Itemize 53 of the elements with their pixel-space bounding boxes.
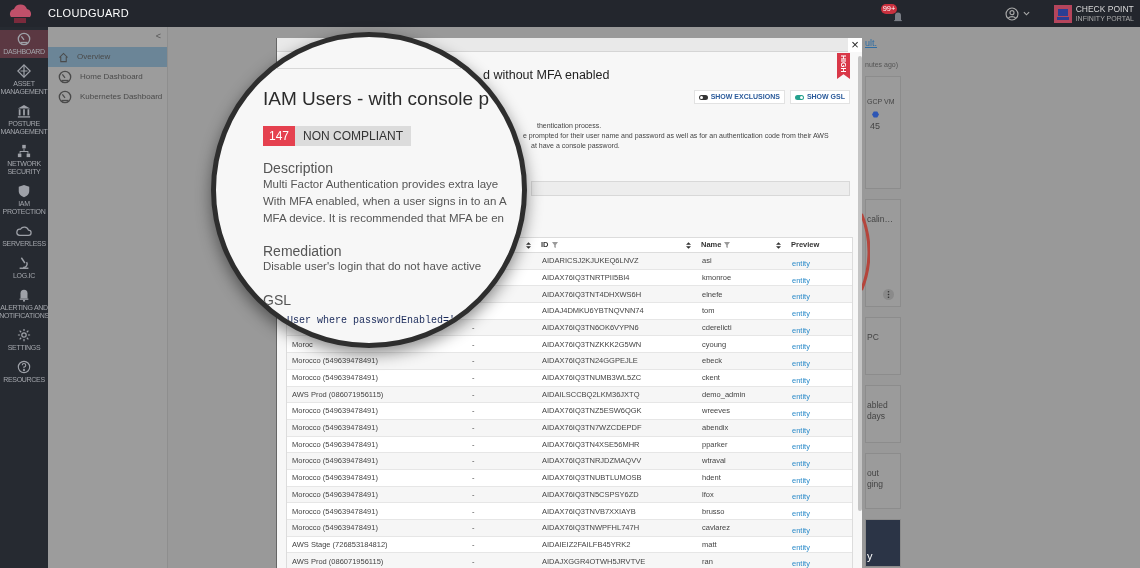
filter-icon[interactable]	[551, 242, 558, 248]
card-text: y	[867, 551, 874, 562]
bell-icon[interactable]	[891, 10, 904, 23]
portal-title: CHECK POINT	[1075, 5, 1134, 14]
collapse-button[interactable]: <	[155, 30, 161, 44]
card-text: out	[867, 468, 880, 479]
detail-title: IAM Users - with console p	[263, 87, 490, 111]
gcp-count: 45	[870, 119, 880, 133]
filter-icon[interactable]	[724, 242, 731, 248]
more-options-icon[interactable]	[883, 289, 894, 300]
user-avatar-icon[interactable]	[1004, 6, 1019, 21]
count-badge: 147	[263, 126, 296, 146]
close-button[interactable]: ×	[848, 38, 862, 52]
home-icon	[58, 51, 69, 63]
caret-icon[interactable]	[1022, 11, 1030, 16]
cloud-icon	[16, 224, 32, 238]
section-heading: GSL	[263, 292, 292, 308]
nav-item[interactable]: Home Dashboard	[48, 67, 167, 87]
bell-icon	[17, 288, 31, 302]
description-text: MFA device. It is recommended that MFA be en	[263, 211, 505, 226]
gauge-icon	[58, 70, 72, 84]
settings-icon	[17, 328, 31, 342]
diamond-icon	[17, 64, 31, 78]
gauge-icon	[58, 90, 72, 104]
description-text: With MFA enabled, when a user signs in to an A	[263, 194, 508, 209]
description-text: Multi Factor Authentication provides extra laye	[263, 177, 500, 192]
microscope-icon	[17, 256, 31, 270]
gauge-icon	[17, 32, 31, 46]
section-heading: Description	[263, 160, 335, 176]
toggle-switch[interactable]	[794, 94, 804, 100]
toggle-switch[interactable]	[698, 94, 708, 100]
help-icon	[17, 360, 31, 374]
shield-icon	[17, 184, 31, 198]
card-text: calin…	[867, 214, 894, 225]
card-text: abled	[867, 400, 889, 411]
bank-icon	[17, 104, 31, 118]
modal-title: d without MFA enabled	[483, 68, 610, 82]
card-text: PC	[867, 332, 880, 343]
gsl-field[interactable]	[531, 181, 850, 196]
card-text: ging	[867, 479, 885, 490]
sort-icon[interactable]	[686, 241, 691, 249]
sort-icon[interactable]	[776, 241, 781, 249]
nav-item[interactable]: Overview	[48, 47, 167, 67]
card-text: days	[867, 411, 886, 422]
nav-item[interactable]: Kubernetes Dashboard	[48, 87, 167, 107]
scrollbar-thumb[interactable]	[858, 56, 862, 511]
section-heading: Remediation	[263, 243, 343, 259]
brand-title: CLOUDGUARD	[48, 6, 129, 22]
remediation-text: Disable user's login that do not have active	[263, 259, 483, 274]
status-badge: NON COMPLIANT	[295, 126, 412, 146]
hexagon-icon	[872, 110, 879, 118]
network-icon	[17, 144, 31, 158]
check-point-logo-icon[interactable]	[1053, 4, 1072, 23]
